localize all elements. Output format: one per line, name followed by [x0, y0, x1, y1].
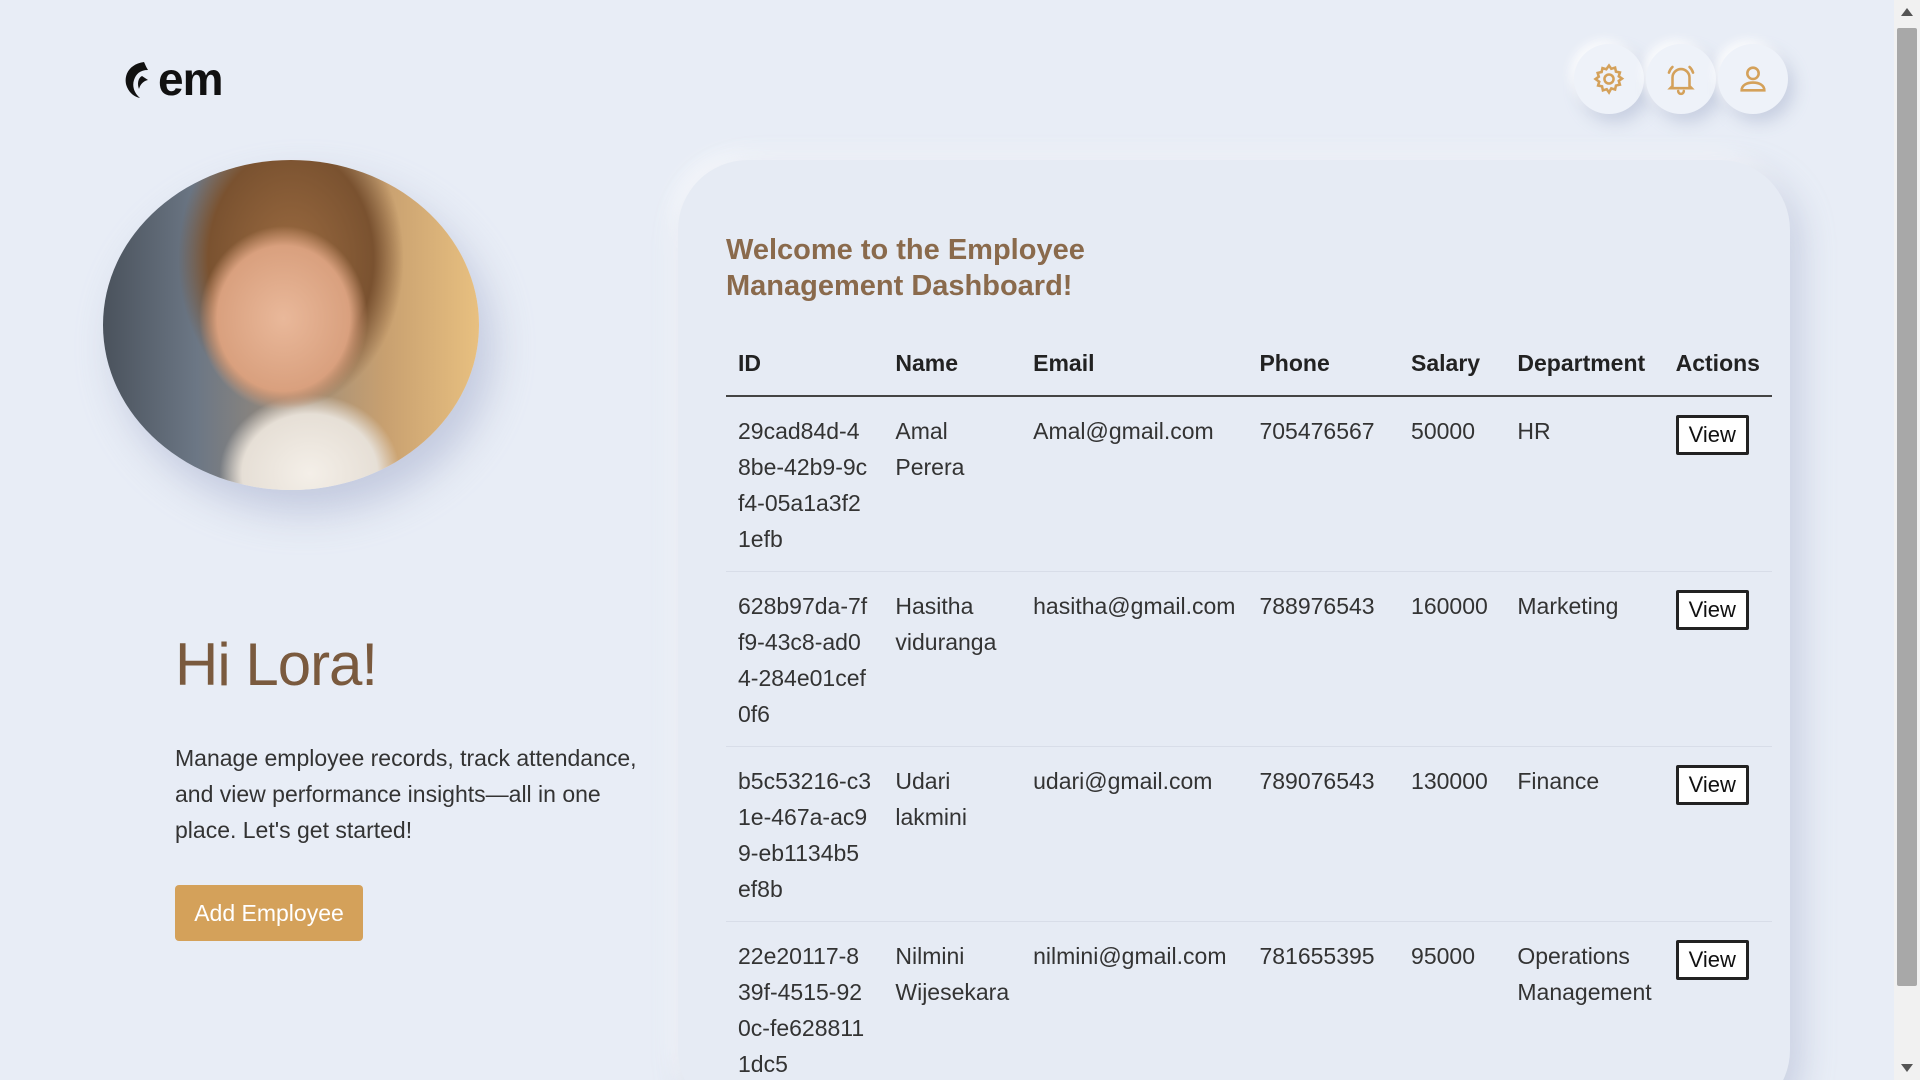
cell-salary: 95000	[1399, 921, 1506, 1080]
cell-salary: 130000	[1399, 746, 1506, 922]
column-header-name: Name	[883, 350, 1022, 397]
column-header-phone: Phone	[1247, 350, 1400, 397]
cell-actions: View	[1663, 571, 1772, 747]
employee-card: Welcome to the Employee Management Dashb…	[678, 160, 1790, 1080]
settings-button[interactable]	[1574, 44, 1644, 114]
greeting-heading: Hi Lora!	[175, 631, 378, 698]
user-icon	[1740, 66, 1766, 92]
column-header-salary: Salary	[1399, 350, 1506, 397]
column-header-id: ID	[726, 350, 884, 397]
cell-actions: View	[1663, 921, 1772, 1080]
page-scrollbar[interactable]	[1894, 0, 1920, 1080]
cell-email: hasitha@gmail.com	[1021, 571, 1248, 747]
cell-department: Marketing	[1505, 571, 1664, 747]
column-header-department: Department	[1505, 350, 1664, 397]
header-actions	[1574, 44, 1788, 114]
dashboard-page: em Hi Lora! Manage employee records, tra…	[0, 0, 1920, 1080]
cell-id: b5c53216-c31e-467a-ac99-eb1134b5ef8b	[726, 746, 884, 922]
bell-icon	[1667, 65, 1695, 96]
employee-table: ID Name Email Phone Salary Department Ac…	[726, 350, 1772, 1080]
view-button[interactable]: View	[1675, 415, 1749, 455]
profile-avatar	[103, 160, 479, 490]
notifications-button[interactable]	[1646, 44, 1716, 114]
cell-actions: View	[1663, 746, 1772, 922]
cell-id: 628b97da-7ff9-43c8-ad04-284e01cef0f6	[726, 571, 884, 747]
cell-actions: View	[1663, 396, 1772, 572]
table-row: 628b97da-7ff9-43c8-ad04-284e01cef0f6 Has…	[726, 571, 1772, 747]
table-header-row: ID Name Email Phone Salary Department Ac…	[726, 350, 1772, 397]
cell-department: Operations Management	[1505, 921, 1664, 1080]
view-button[interactable]: View	[1675, 940, 1749, 980]
cell-department: HR	[1505, 396, 1664, 572]
column-header-actions: Actions	[1663, 350, 1772, 397]
cell-name: Nilmini Wijesekara	[883, 921, 1022, 1080]
cell-phone: 789076543	[1247, 746, 1400, 922]
logo-text: em	[158, 53, 223, 105]
brand-logo[interactable]: em	[122, 53, 223, 105]
cell-email: nilmini@gmail.com	[1021, 921, 1248, 1080]
cell-name: Amal Perera	[883, 396, 1022, 572]
table-row: 22e20117-839f-4515-920c-fe6288111dc5 Nil…	[726, 921, 1772, 1080]
table-row: 29cad84d-48be-42b9-9cf4-05a1a3f21efb Ama…	[726, 396, 1772, 572]
cell-phone: 705476567	[1247, 396, 1400, 572]
cell-email: udari@gmail.com	[1021, 746, 1248, 922]
cell-name: Hasitha viduranga	[883, 571, 1022, 747]
intro-text: Manage employee records, track attendanc…	[175, 745, 637, 843]
cell-name: Udari lakmini	[883, 746, 1022, 922]
add-employee-button[interactable]: Add Employee	[175, 885, 363, 941]
cell-salary: 50000	[1399, 396, 1506, 572]
profile-button[interactable]	[1718, 44, 1788, 114]
column-header-email: Email	[1021, 350, 1248, 397]
cell-id: 22e20117-839f-4515-920c-fe6288111dc5	[726, 921, 884, 1080]
table-row: b5c53216-c31e-467a-ac99-eb1134b5ef8b Uda…	[726, 746, 1772, 922]
view-button[interactable]: View	[1675, 590, 1749, 630]
cell-id: 29cad84d-48be-42b9-9cf4-05a1a3f21efb	[726, 396, 884, 572]
settings-icon	[1593, 63, 1625, 95]
cell-department: Finance	[1505, 746, 1664, 922]
scroll-up-arrow-icon[interactable]	[1901, 8, 1913, 16]
scrollbar-thumb[interactable]	[1897, 28, 1917, 986]
card-title: Welcome to the Employee Management Dashb…	[726, 234, 1085, 302]
scroll-down-arrow-icon[interactable]	[1901, 1064, 1913, 1072]
cell-email: Amal@gmail.com	[1021, 396, 1248, 572]
cell-salary: 160000	[1399, 571, 1506, 747]
view-button[interactable]: View	[1675, 765, 1749, 805]
logo-mark-icon	[125, 62, 148, 98]
cell-phone: 781655395	[1247, 921, 1400, 1080]
cell-phone: 788976543	[1247, 571, 1400, 747]
